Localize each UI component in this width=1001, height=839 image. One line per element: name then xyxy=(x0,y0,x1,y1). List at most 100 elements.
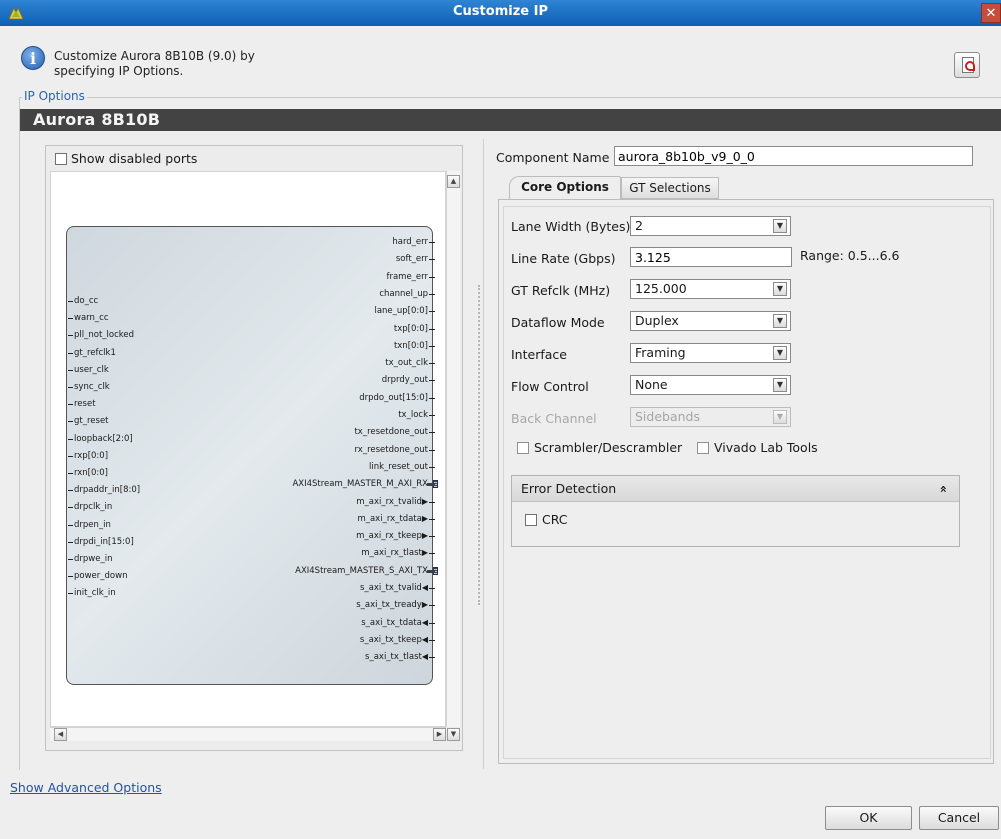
chevron-down-icon: ▼ xyxy=(773,410,787,424)
gt-refclk-dropdown[interactable]: 125.000 ▼ xyxy=(630,279,791,299)
line-rate-input[interactable] xyxy=(630,247,792,267)
right-port[interactable]: m_axi_rx_tlast▶ xyxy=(361,547,435,559)
right-port[interactable]: rx_resetdone_out xyxy=(355,444,436,456)
component-name-input[interactable] xyxy=(614,146,973,166)
right-port[interactable]: s_axi_tx_tvalid◀ xyxy=(360,582,435,594)
checkbox-box[interactable] xyxy=(697,441,709,454)
vivado-lab-tools-checkbox[interactable]: Vivado Lab Tools xyxy=(697,440,818,455)
tab-gt-selections[interactable]: GT Selections xyxy=(621,177,719,199)
tab-core-options[interactable]: Core Options xyxy=(509,176,621,199)
left-port[interactable]: user_clk xyxy=(68,364,109,376)
left-port[interactable]: loopback[2:0] xyxy=(68,433,133,445)
scroll-up-icon[interactable]: ▲ xyxy=(447,175,460,188)
flow-control-dropdown[interactable]: None ▼ xyxy=(630,375,791,395)
right-port[interactable]: channel_up xyxy=(379,288,435,300)
component-name-label: Component Name xyxy=(496,150,610,165)
right-port[interactable]: s_axi_tx_tready▶ xyxy=(356,599,435,611)
right-port[interactable]: drpdo_out[15:0] xyxy=(359,392,435,404)
chevron-down-icon[interactable]: ▼ xyxy=(773,314,787,328)
left-port[interactable]: warn_cc xyxy=(68,312,109,324)
right-port[interactable]: m_axi_rx_tdata▶ xyxy=(357,513,435,525)
title-bar: Customize IP ✕ xyxy=(0,0,1001,26)
vertical-scrollbar[interactable]: ▲ xyxy=(446,171,460,727)
chevron-down-icon[interactable]: ▼ xyxy=(773,378,787,392)
close-icon[interactable]: ✕ xyxy=(981,3,1001,23)
scroll-right-icon[interactable]: ▶ xyxy=(433,728,446,741)
right-port[interactable]: txn[0:0] xyxy=(394,340,436,352)
pdf-documentation-button[interactable] xyxy=(954,52,980,78)
right-port[interactable]: soft_err xyxy=(395,253,436,265)
left-port[interactable]: init_clk_in xyxy=(68,587,116,599)
left-port[interactable]: drpaddr_in[8:0] xyxy=(67,484,140,496)
output-arrow-icon: ▶ xyxy=(421,548,428,558)
right-port[interactable]: m_axi_rx_tvalid▶ xyxy=(356,496,435,508)
interface-dropdown[interactable]: Framing ▼ xyxy=(630,343,791,363)
right-port[interactable]: tx_resetdone_out xyxy=(354,426,435,438)
checkbox-box[interactable] xyxy=(525,513,537,526)
cancel-button[interactable]: Cancel xyxy=(919,806,999,830)
show-disabled-ports-checkbox[interactable]: Show disabled ports xyxy=(55,151,197,166)
output-arrow-icon: ▶ xyxy=(421,600,428,610)
panel-splitter[interactable] xyxy=(478,285,481,605)
output-arrow-icon: ▶ xyxy=(421,531,428,541)
input-arrow-icon: ◀ xyxy=(421,583,428,592)
left-port[interactable]: rxn[0:0] xyxy=(68,467,108,479)
right-port[interactable]: s_axi_tx_tlast◀ xyxy=(365,651,435,663)
left-port[interactable]: sync_clk xyxy=(68,381,110,393)
ip-symbol-block[interactable]: do_cc warn_cc pll_not_locked gt_refclk1user… xyxy=(66,226,438,685)
error-detection-header[interactable]: Error Detection » xyxy=(512,476,959,502)
chevron-down-icon[interactable]: ▼ xyxy=(773,282,787,296)
output-arrow-icon: ▶ xyxy=(421,513,428,523)
right-port[interactable]: frame_err xyxy=(386,271,435,283)
left-port[interactable]: drpwe_in xyxy=(67,553,112,565)
bus-expand-icon[interactable] xyxy=(433,566,438,575)
right-port[interactable]: lane_up[0:0] xyxy=(374,305,435,317)
bus-expand-icon[interactable] xyxy=(433,480,438,489)
left-port[interactable]: gt_refclk1 xyxy=(68,347,116,359)
right-port[interactable]: s_axi_tx_tdata◀ xyxy=(361,617,435,629)
checkbox-box[interactable] xyxy=(517,441,529,454)
flow-control-label: Flow Control xyxy=(511,379,589,394)
show-advanced-options-link[interactable]: Show Advanced Options xyxy=(10,780,162,795)
scroll-left-icon[interactable]: ◀ xyxy=(54,728,67,741)
ok-button[interactable]: OK xyxy=(825,806,912,830)
right-port[interactable]: tx_lock xyxy=(398,409,435,421)
right-port[interactable]: drprdy_out xyxy=(382,374,436,386)
right-port[interactable]: tx_out_clk xyxy=(385,357,435,369)
right-port[interactable]: hard_err xyxy=(392,236,435,248)
port-name: lane_up[0:0] xyxy=(374,306,428,317)
right-port[interactable]: txp[0:0] xyxy=(394,323,436,335)
dataflow-mode-dropdown[interactable]: Duplex ▼ xyxy=(630,311,791,331)
right-port[interactable]: m_axi_rx_tkeep▶ xyxy=(356,530,435,542)
collapse-icon[interactable]: » xyxy=(930,485,956,493)
scroll-down-icon[interactable]: ▼ xyxy=(447,728,460,741)
window-title: Customize IP xyxy=(453,4,548,19)
left-port[interactable]: gt_reset xyxy=(68,415,109,427)
left-port[interactable]: do_cc xyxy=(67,295,98,307)
right-port[interactable]: s_axi_tx_tkeep◀ xyxy=(360,634,436,646)
left-port[interactable]: power_down xyxy=(67,570,127,582)
scrambler-label: Scrambler/Descrambler xyxy=(534,440,683,455)
bus-interface-port[interactable]: AXI4Stream_MASTER_S_AXI_TX xyxy=(295,565,438,577)
left-port[interactable]: drpdi_in[15:0] xyxy=(68,536,134,548)
horizontal-scrollbar[interactable]: ◀ ▶ ▼ xyxy=(50,727,460,741)
checkbox-box[interactable] xyxy=(55,152,67,165)
left-port[interactable]: rxp[0:0] xyxy=(67,450,108,462)
scrambler-checkbox[interactable]: Scrambler/Descrambler xyxy=(517,440,682,455)
left-port[interactable]: reset xyxy=(68,398,96,410)
right-port[interactable]: link_reset_out xyxy=(369,461,435,473)
crc-checkbox[interactable]: CRC xyxy=(525,512,568,527)
port-name: s_axi_tx_tdata xyxy=(361,617,422,628)
chevron-down-icon[interactable]: ▼ xyxy=(773,219,787,233)
left-port[interactable]: drpen_in xyxy=(68,519,111,531)
lane-width-dropdown[interactable]: 2 ▼ xyxy=(630,216,791,236)
bus-interface-port[interactable]: AXI4Stream_MASTER_M_AXI_RX xyxy=(292,478,438,490)
port-name: soft_err xyxy=(395,254,428,265)
left-port[interactable]: pll_not_locked xyxy=(67,329,134,341)
interface-value: Framing xyxy=(635,345,686,360)
lane-width-label: Lane Width (Bytes) xyxy=(511,219,631,234)
port-name: tx_lock xyxy=(398,410,428,420)
chevron-down-icon[interactable]: ▼ xyxy=(773,346,787,360)
lane-width-value: 2 xyxy=(635,218,643,233)
left-port[interactable]: drpclk_in xyxy=(67,501,112,513)
